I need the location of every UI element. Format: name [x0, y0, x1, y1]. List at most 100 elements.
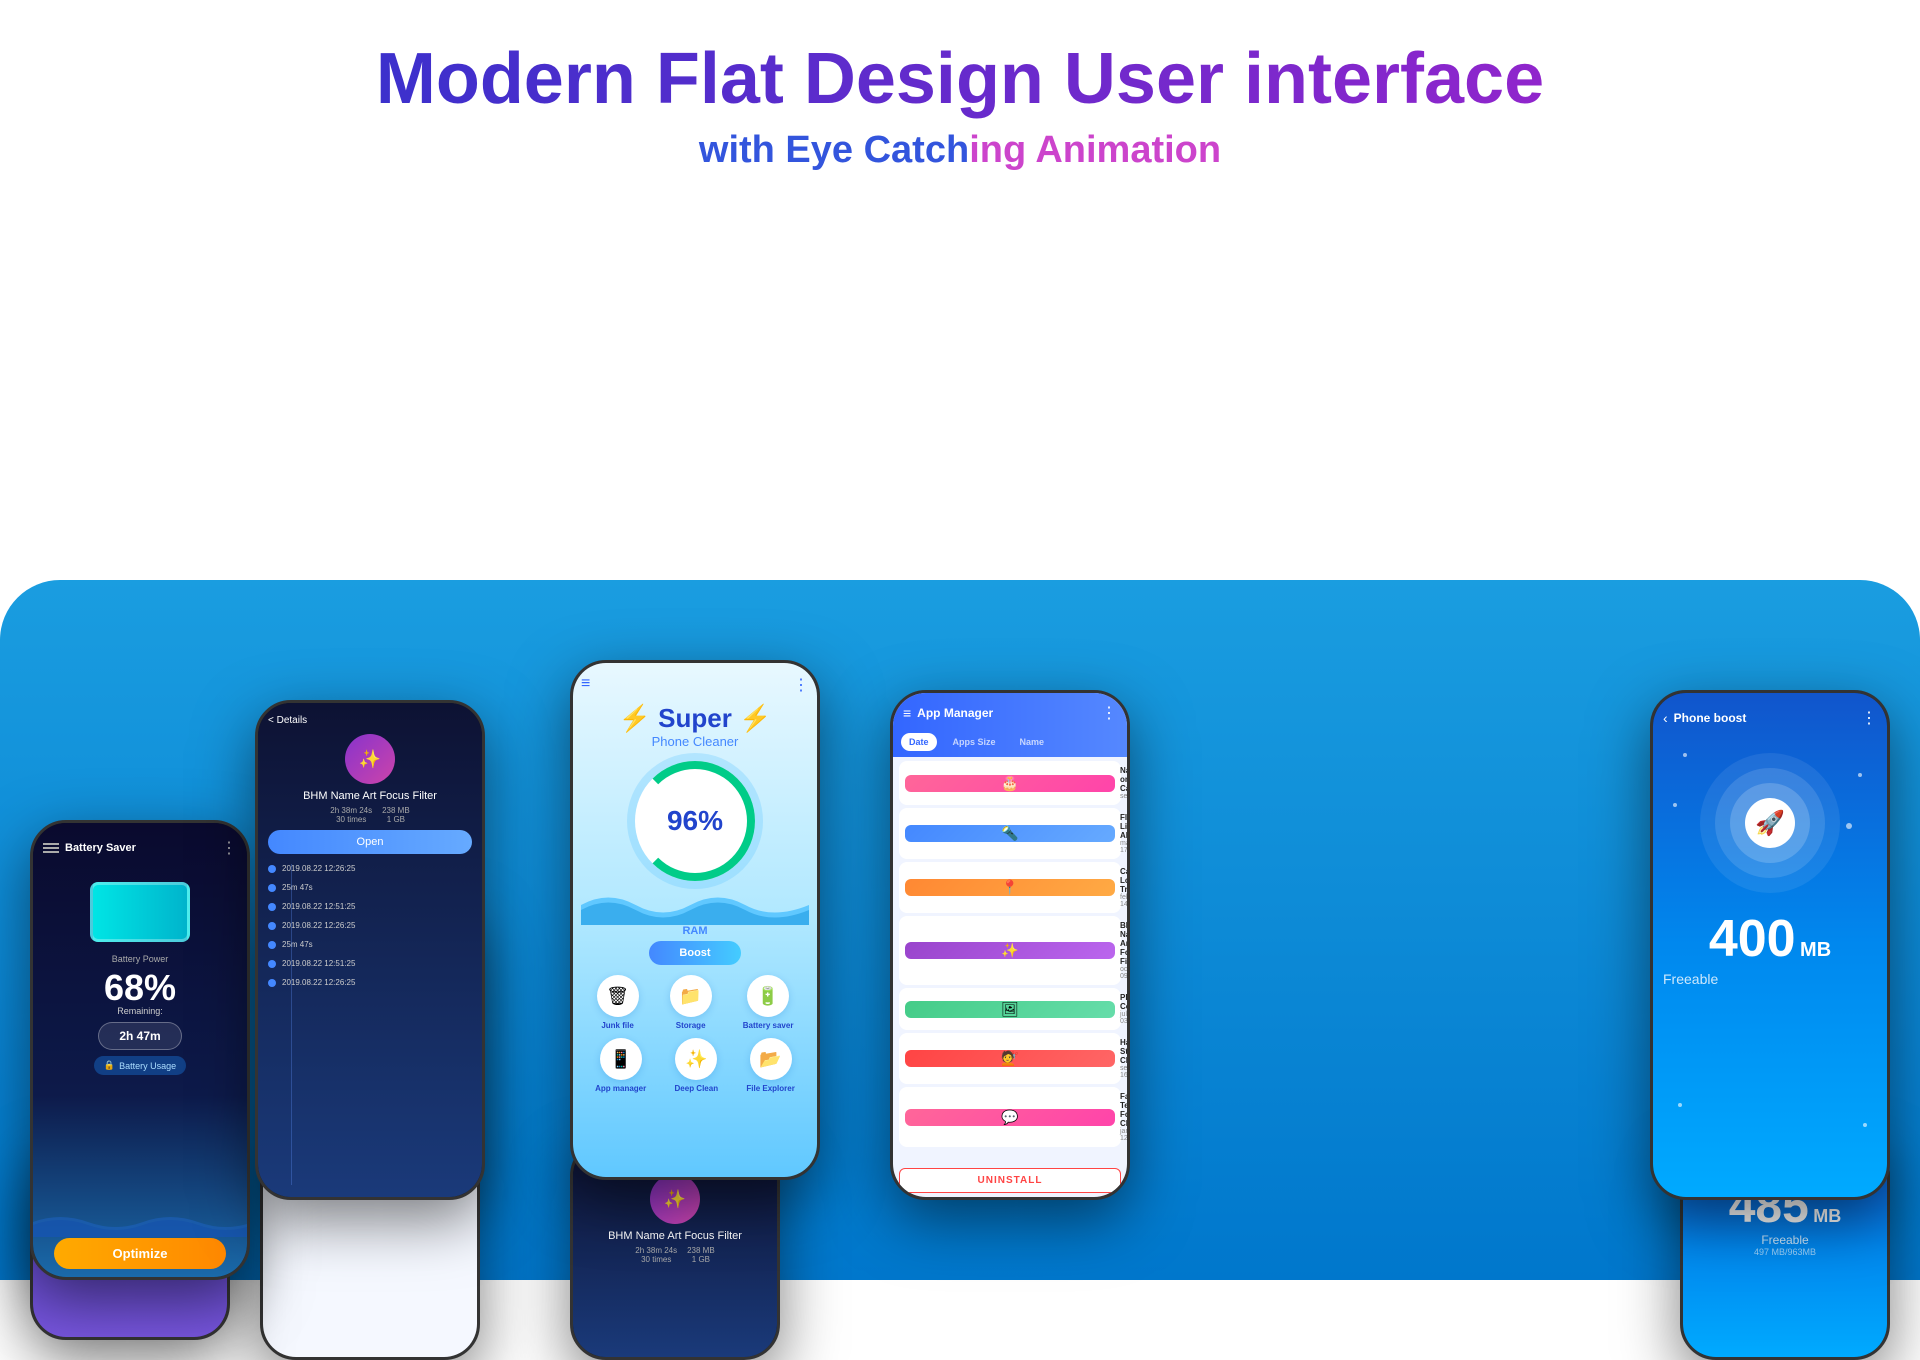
optimize-button[interactable]: Optimize	[54, 1238, 225, 1269]
list-item[interactable]: ✨ BHM Name Art - Focus Filter oct 09,201…	[899, 916, 1121, 985]
app-icon-5: 🖼	[905, 1001, 1115, 1018]
storage-button[interactable]: 📁 Storage	[670, 975, 712, 1030]
cl-header: ≡ ⋮	[581, 675, 809, 695]
list-item[interactable]: 💬 Fancy Text For Chat jan 12,2017 26.6 M…	[899, 1087, 1121, 1147]
phone-frame-3: ≡ ⋮ ⚡ Super ⚡ Phone Cleaner 96%	[570, 660, 820, 1180]
list-item[interactable]: 🖼 Photo Collage jul 03,2015 75.6 MB	[899, 988, 1121, 1030]
rocket-center: 🚀	[1745, 798, 1795, 848]
pb-title: Phone boost	[1674, 711, 1747, 725]
app-info-3: Call Location Tracker feb 14,2014	[1120, 867, 1127, 908]
hamburger-icon[interactable]	[43, 843, 59, 853]
junk-label: Junk file	[601, 1021, 633, 1030]
rocket-icon: 🚀	[1755, 809, 1785, 838]
deep-clean-label: Deep Clean	[675, 1084, 719, 1093]
det-stats-2: 2h 38m 24s 30 times 238 MB 1 GB	[583, 1246, 767, 1264]
junk-file-button[interactable]: 🗑 Junk file	[597, 975, 639, 1030]
battery-saver-button[interactable]: 🔋 Battery saver	[743, 975, 794, 1030]
lightning-left-icon: ⚡	[619, 703, 651, 733]
entry-text-6: 2019.08.22 12:51:25	[282, 959, 355, 968]
more-icon[interactable]: ⋮	[1861, 708, 1877, 728]
boost-button[interactable]: Boost	[649, 941, 740, 965]
app-icon-3: 📍	[905, 879, 1115, 896]
tab-apps-size[interactable]: Apps Size	[945, 733, 1004, 751]
cl-subtitle: Phone Cleaner	[619, 734, 772, 749]
app-icon: ✨	[345, 734, 395, 784]
uninstall-button[interactable]: UNINSTALL	[899, 1168, 1121, 1193]
app-manager-button[interactable]: 📱 App manager	[595, 1038, 646, 1093]
app-manager-screen: ≡ App Manager ⋮ Date Apps Size Name 🎂 Na…	[893, 693, 1127, 1197]
app-manager-icon: 📱	[600, 1038, 642, 1080]
bs-time-button[interactable]: 2h 47m	[98, 1022, 181, 1050]
file-explorer-button[interactable]: 📂 File Explorer	[746, 1038, 794, 1093]
pb-header: ‹ Phone boost ⋮	[1663, 708, 1877, 728]
app-name-1: Name/Photo on birthday Cake	[1120, 766, 1127, 793]
file-explorer-label: File Explorer	[746, 1084, 794, 1093]
bs-app-title: Battery Saver	[65, 842, 136, 854]
battery-saver-screen: Battery Saver ⋮ Battery Power 68% Remain…	[33, 823, 247, 1277]
list-item[interactable]: 🎂 Name/Photo on birthday Cake sep 09,201…	[899, 761, 1121, 805]
details-screen: < Details ✨ BHM Name Art Focus Filter 2h…	[258, 703, 482, 1197]
det-stats: 2h 38m 24s 30 times 238 MB 1 GB	[268, 806, 472, 824]
timeline-dot	[268, 865, 276, 873]
bs-usage-button[interactable]: 🔒 Battery Usage	[94, 1056, 186, 1075]
timeline-entry-1: 2019.08.22 12:26:25	[268, 864, 472, 873]
det-app-name: BHM Name Art Focus Filter	[268, 790, 472, 802]
list-item[interactable]: 🔦 Flash Light Alert mar 17,2017 35.4 MB	[899, 808, 1121, 859]
app-date-4: oct 09,2016	[1120, 966, 1127, 980]
bs-percent: 68%	[104, 970, 176, 1006]
list-item[interactable]: 💇 Hair Style Changer sep 16,2016 42.3 MB	[899, 1033, 1121, 1084]
app-icon-2: 🔦	[905, 825, 1115, 842]
app-info-4: BHM Name Art - Focus Filter oct 09,2016	[1120, 921, 1127, 980]
app-info-7: Fancy Text For Chat jan 12,2017	[1120, 1092, 1127, 1142]
phone-boost-screen: ‹ Phone boost ⋮	[1653, 693, 1887, 1197]
boost-circles: 🚀	[1700, 753, 1840, 893]
file-explorer-icon: 📂	[750, 1038, 792, 1080]
battery-label: Battery saver	[743, 1021, 794, 1030]
app-date-7: jan 12,2017	[1120, 1128, 1127, 1142]
page-title: Modern Flat Design User interface	[20, 40, 1900, 119]
cl-ram-label: RAM	[682, 925, 707, 937]
timeline-entry-4: 2019.08.22 12:26:25	[268, 921, 472, 930]
phone-frame-5: ‹ Phone boost ⋮	[1650, 690, 1890, 1200]
menu-icon[interactable]: ≡	[903, 705, 911, 721]
back-icon[interactable]: ‹	[1663, 710, 1668, 726]
subtitle-highlight: ing Animation	[969, 129, 1221, 171]
timeline-entry-5: 25m 47s	[268, 940, 472, 949]
app-list: 🎂 Name/Photo on birthday Cake sep 09,201…	[893, 757, 1127, 1164]
cleaner-wave	[581, 885, 809, 925]
timeline-dot	[268, 979, 276, 987]
menu-icon[interactable]: ≡	[581, 675, 590, 695]
phone-cleaner: ≡ ⋮ ⚡ Super ⚡ Phone Cleaner 96%	[570, 660, 820, 1180]
more-icon[interactable]: ⋮	[793, 675, 809, 695]
boost-visual: 🚀 400 MB Freeable	[1663, 743, 1877, 1187]
app-name-4: BHM Name Art - Focus Filter	[1120, 921, 1127, 966]
more-icon[interactable]: ⋮	[221, 838, 237, 858]
data-stat: 238 MB 1 GB	[382, 806, 410, 824]
battery-tip	[189, 902, 190, 922]
tab-date[interactable]: Date	[901, 733, 937, 751]
wave-svg	[33, 1207, 247, 1237]
pb2-label: Freeable	[1761, 1233, 1808, 1247]
timeline-dot	[268, 884, 276, 892]
app-date-1: sep 09,2016	[1120, 793, 1127, 800]
bs-usage-label: Battery Usage	[119, 1061, 176, 1071]
am-tabs: Date Apps Size Name	[893, 733, 1127, 757]
back-button[interactable]: < Details	[268, 715, 472, 726]
deep-clean-button[interactable]: ✨ Deep Clean	[675, 1038, 719, 1093]
bs-header: Battery Saver ⋮	[43, 838, 237, 858]
star-5	[1678, 1103, 1682, 1107]
timeline-dot	[268, 960, 276, 968]
cl-circle: 96%	[635, 761, 755, 881]
junk-icon: 🗑	[597, 975, 639, 1017]
app-info-5: Photo Collage jul 03,2015	[1120, 993, 1127, 1025]
storage-label: Storage	[676, 1021, 706, 1030]
pb-mb-unit: MB	[1800, 939, 1831, 961]
pb-header-left: ‹ Phone boost	[1663, 708, 1746, 728]
list-item[interactable]: 📍 Call Location Tracker feb 14,2014 22.2…	[899, 862, 1121, 913]
tab-name[interactable]: Name	[1012, 733, 1053, 751]
pb-mb-display: 400 MB	[1663, 913, 1877, 965]
more-icon[interactable]: ⋮	[1101, 703, 1117, 723]
open-button[interactable]: Open	[268, 830, 472, 854]
star-3	[1673, 803, 1677, 807]
app-name-6: Hair Style Changer	[1120, 1038, 1127, 1065]
